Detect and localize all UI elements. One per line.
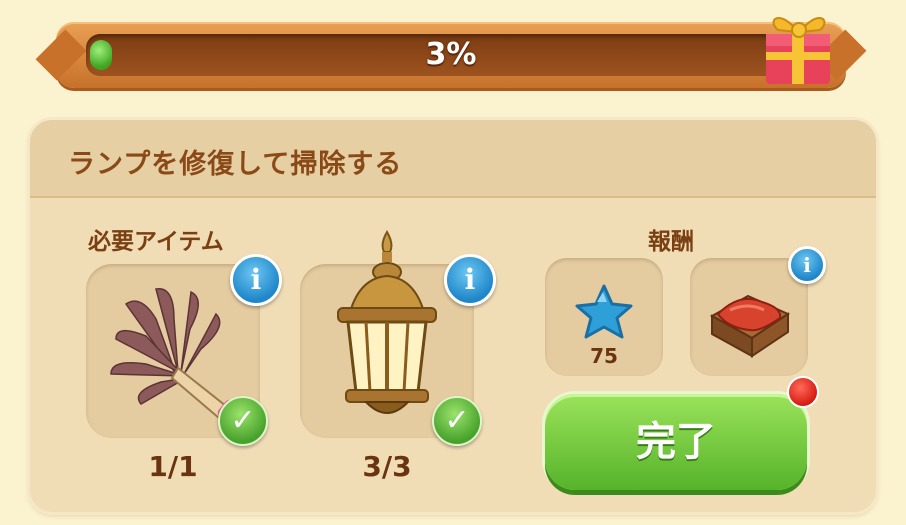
quest-title: ランプを修復して掃除する <box>68 149 403 180</box>
notification-dot <box>787 376 819 408</box>
star-reward-count: 75 <box>590 344 618 368</box>
panel-header: ランプを修復して掃除する <box>30 120 876 198</box>
progress-percent: 3% <box>425 37 477 72</box>
lantern-info-icon[interactable]: i <box>444 254 496 306</box>
lantern-check-icon: ✓ <box>432 396 482 446</box>
duster-count: 1/1 <box>148 450 198 483</box>
duster-check-icon: ✓ <box>218 396 268 446</box>
progress-bar: 3% <box>56 22 846 88</box>
required-items-label: 必要アイテム <box>88 229 224 255</box>
lantern-count: 3/3 <box>362 450 412 483</box>
duster-info-icon[interactable]: i <box>230 254 282 306</box>
reward-label: 報酬 <box>648 229 694 255</box>
gift-box-icon[interactable] <box>760 2 838 88</box>
progress-track: 3% <box>86 34 816 76</box>
done-button[interactable]: 完了 <box>545 394 807 490</box>
crate-info-icon[interactable]: i <box>788 246 826 284</box>
